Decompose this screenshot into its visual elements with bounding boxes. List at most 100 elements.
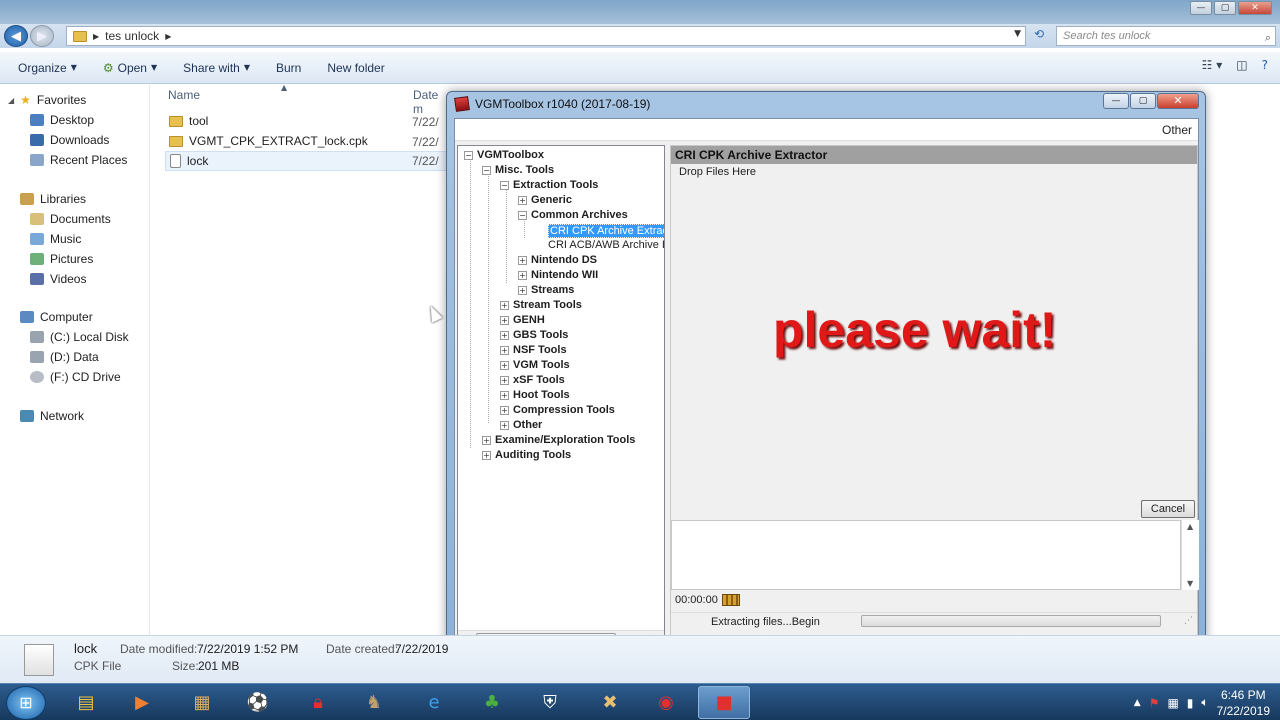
expand-icon[interactable]: + xyxy=(482,435,491,445)
expand-icon[interactable]: + xyxy=(500,405,509,415)
tree-node-extraction[interactable]: − Extraction Tools xyxy=(500,179,598,191)
show-hidden-icons[interactable]: ▲ xyxy=(1134,698,1141,708)
taskbar-vgmtoolbox-icon[interactable]: ■ xyxy=(698,686,750,719)
tree-node-hoot[interactable]: + Hoot Tools xyxy=(500,389,570,401)
tree-node-root[interactable]: − VGMToolbox xyxy=(464,149,544,161)
back-button[interactable]: ◀ xyxy=(4,25,28,47)
nav-pictures[interactable]: Pictures xyxy=(30,252,93,266)
expand-icon[interactable]: + xyxy=(500,360,509,370)
start-button[interactable]: ⊞ xyxy=(6,686,46,720)
taskbar-recorder-icon[interactable]: ◉ xyxy=(640,686,692,719)
expand-icon[interactable]: + xyxy=(518,270,527,280)
minimize-button[interactable]: — xyxy=(1103,93,1129,109)
collapse-icon[interactable]: − xyxy=(482,165,491,175)
nav-c-drive[interactable]: (C:) Local Disk xyxy=(30,330,129,344)
log-vertical-scrollbar[interactable]: ▲ ▼ xyxy=(1181,520,1199,590)
taskbar-lock-icon[interactable]: 🔒︎ xyxy=(292,686,344,719)
tree-node-nsf[interactable]: + NSF Tools xyxy=(500,344,567,356)
tree-node-other[interactable]: + Other xyxy=(500,419,542,431)
nav-libraries[interactable]: Libraries xyxy=(20,192,86,206)
minimize-button[interactable]: — xyxy=(1190,1,1212,15)
nav-music[interactable]: Music xyxy=(30,232,81,246)
expand-icon[interactable]: + xyxy=(500,345,509,355)
nav-favorites[interactable]: ◢ ★ Favorites xyxy=(8,93,86,107)
expand-icon[interactable]: + xyxy=(500,420,509,430)
nav-downloads[interactable]: Downloads xyxy=(30,133,109,147)
collapse-icon[interactable]: − xyxy=(500,180,509,190)
clock[interactable]: 6:46 PM 7/22/2019 xyxy=(1217,687,1270,719)
help-icon[interactable]: ? xyxy=(1262,58,1268,72)
nav-videos[interactable]: Videos xyxy=(30,272,86,286)
output-log[interactable] xyxy=(671,520,1181,590)
tree-node-cri-cpk[interactable]: CRI CPK Archive Extract xyxy=(548,224,664,238)
tree-node-streams[interactable]: + Streams xyxy=(518,284,574,296)
network-status-icon[interactable]: ▦ xyxy=(1167,696,1178,710)
tree-node-cri-acb[interactable]: CRI ACB/AWB Archive I xyxy=(548,239,664,251)
file-row[interactable]: tool xyxy=(169,114,208,128)
refresh-icon[interactable]: ⟲ xyxy=(1030,27,1048,45)
taskbar-internet-explorer-icon[interactable]: e xyxy=(408,686,460,719)
taskbar-explorer-icon[interactable]: ▤ xyxy=(60,686,112,719)
nav-documents[interactable]: Documents xyxy=(30,212,111,226)
nav-recent[interactable]: Recent Places xyxy=(30,153,127,167)
tree-node-wii[interactable]: + Nintendo WII xyxy=(518,269,598,281)
taskbar-winrar-icon[interactable]: ▦ xyxy=(176,686,228,719)
expand-icon[interactable]: + xyxy=(500,315,509,325)
tree-node-auditing[interactable]: + Auditing Tools xyxy=(482,449,571,461)
burn-button[interactable]: Burn xyxy=(276,61,301,75)
tree-node-xsf[interactable]: + xSF Tools xyxy=(500,374,565,386)
share-with-button[interactable]: Share with ▼ xyxy=(183,61,250,75)
close-button[interactable]: ✕ xyxy=(1157,93,1199,109)
cancel-button[interactable]: Cancel xyxy=(1141,500,1195,518)
nav-d-drive[interactable]: (D:) Data xyxy=(30,350,99,364)
search-icon[interactable]: ⌕ xyxy=(1265,29,1271,47)
tree-node-genh[interactable]: + GENH xyxy=(500,314,545,326)
taskbar-dinosaur-icon[interactable]: ♣ xyxy=(466,686,518,719)
expand-icon[interactable]: + xyxy=(518,195,527,205)
close-button[interactable]: ✕ xyxy=(1238,1,1272,15)
expand-icon[interactable]: + xyxy=(518,255,527,265)
organize-button[interactable]: Organize ▼ xyxy=(18,61,77,75)
tree-node-misc[interactable]: − Misc. Tools xyxy=(482,164,554,176)
tool-tree[interactable]: − VGMToolbox − Misc. Tools − Extraction Too… xyxy=(457,145,665,647)
tree-node-stream-tools[interactable]: + Stream Tools xyxy=(500,299,582,311)
search-input[interactable]: Search tes unlock ⌕ xyxy=(1056,26,1276,46)
forward-button[interactable]: ▶ xyxy=(30,25,54,47)
collapse-icon[interactable]: − xyxy=(464,150,473,160)
tree-node-examine[interactable]: + Examine/Exploration Tools xyxy=(482,434,635,446)
file-row[interactable]: VGMT_CPK_EXTRACT_lock.cpk xyxy=(169,134,368,148)
address-dropdown-icon[interactable]: ▼ xyxy=(1014,29,1021,39)
signal-icon[interactable]: ▮ xyxy=(1187,696,1194,710)
view-options-icon[interactable]: ☷ ▾ xyxy=(1202,58,1223,72)
expand-icon[interactable]: + xyxy=(500,330,509,340)
tree-node-compression[interactable]: + Compression Tools xyxy=(500,404,615,416)
tree-node-common-archives[interactable]: − Common Archives xyxy=(518,209,628,221)
drop-zone-label[interactable]: Drop Files Here xyxy=(679,166,756,178)
tree-node-nds[interactable]: + Nintendo DS xyxy=(518,254,597,266)
maximize-button[interactable]: ▢ xyxy=(1214,1,1236,15)
taskbar-pes-icon[interactable]: ⛨ xyxy=(524,686,576,719)
scroll-down-icon[interactable]: ▼ xyxy=(1187,579,1193,588)
preview-pane-icon[interactable]: ◫ xyxy=(1236,58,1247,72)
menu-other[interactable]: Other xyxy=(1162,123,1192,137)
taskbar-tool-icon[interactable]: ✖ xyxy=(584,686,636,719)
expand-icon[interactable]: + xyxy=(500,390,509,400)
taskbar-soccer-icon[interactable]: ⚽ xyxy=(232,686,284,719)
column-header-name[interactable]: Name xyxy=(168,88,200,102)
expand-icon[interactable]: + xyxy=(518,285,527,295)
nav-computer[interactable]: Computer xyxy=(20,310,93,324)
nav-f-drive[interactable]: (F:) CD Drive xyxy=(30,370,121,384)
open-button[interactable]: ⚙ Open ▼ xyxy=(103,61,157,75)
tree-node-gbs[interactable]: + GBS Tools xyxy=(500,329,568,341)
address-bar[interactable]: ▶ tes unlock ▶ ▼ xyxy=(66,26,1026,46)
action-center-flag-icon[interactable]: ⚑ xyxy=(1149,696,1160,710)
tree-node-vgm[interactable]: + VGM Tools xyxy=(500,359,570,371)
scroll-up-icon[interactable]: ▲ xyxy=(1187,522,1193,531)
expand-icon[interactable]: + xyxy=(500,375,509,385)
taskbar-game-icon[interactable]: ♞ xyxy=(348,686,400,719)
taskbar-media-player-icon[interactable]: ▶ xyxy=(116,686,168,719)
volume-icon[interactable]: 🔈︎ xyxy=(1201,695,1208,710)
breadcrumb[interactable]: tes unlock xyxy=(105,29,159,43)
maximize-button[interactable]: ▢ xyxy=(1130,93,1156,109)
nav-desktop[interactable]: Desktop xyxy=(30,113,94,127)
